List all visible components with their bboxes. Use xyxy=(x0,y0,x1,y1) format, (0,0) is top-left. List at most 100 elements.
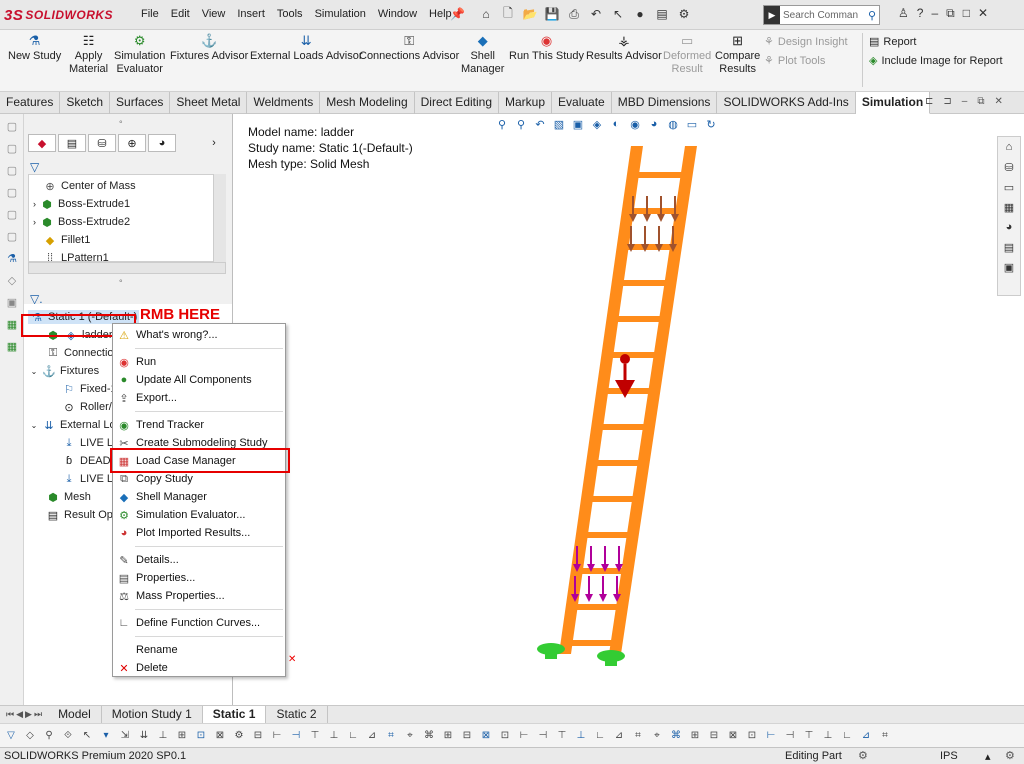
feature-tree-tab-icon[interactable]: ◆ xyxy=(28,134,56,152)
layer-icon-3[interactable]: ▢ xyxy=(4,164,20,180)
toolbar-tool-icon[interactable]: ◇ xyxy=(23,729,37,743)
file-explorer-icon[interactable]: ▭ xyxy=(1001,181,1017,197)
help-icon[interactable]: ? xyxy=(917,6,924,21)
toolbar-tool-icon[interactable]: ⌖ xyxy=(650,729,664,743)
connections-node[interactable]: ⚿ Connection xyxy=(46,346,120,360)
menu-view[interactable]: View xyxy=(196,8,232,20)
menu-insert[interactable]: Insert xyxy=(231,8,271,20)
mesh-node[interactable]: ⬢ Mesh xyxy=(46,490,91,504)
toolbar-tool-icon[interactable]: ⊣ xyxy=(536,729,550,743)
result-options-node[interactable]: ▤ Result Opt xyxy=(46,508,116,522)
appearances-icon[interactable]: ◕ xyxy=(1001,221,1017,237)
filter-icon[interactable]: ▽ xyxy=(30,160,39,174)
hide-show-icon[interactable]: ◉ xyxy=(628,118,642,131)
display-style-icon[interactable]: ◐ xyxy=(609,118,623,131)
toolbar-tool-icon[interactable]: ⚙ xyxy=(232,729,246,743)
toolbar-tool-icon[interactable]: ⊞ xyxy=(175,729,189,743)
menu-tools[interactable]: Tools xyxy=(271,8,309,20)
tab-surfaces[interactable]: Surfaces xyxy=(110,92,171,114)
toolbar-tool-icon[interactable]: ⊿ xyxy=(365,729,379,743)
live-load-1-node[interactable]: ⤓ LIVE L xyxy=(62,436,113,450)
close-doc-icon[interactable]: ✕ xyxy=(994,96,1002,107)
zoom-to-fit-icon[interactable]: ⚲ xyxy=(495,118,509,131)
view-orientation-icon[interactable]: ◈ xyxy=(590,118,604,131)
toolbar-tool-icon[interactable]: ⌗ xyxy=(384,729,398,743)
context-item-mass-properties[interactable]: ⚖ Mass Properties... xyxy=(113,587,285,605)
tab-mesh-modeling[interactable]: Mesh Modeling xyxy=(320,92,415,114)
feature-tree-item[interactable]: › ⬢ Boss-Extrude2 xyxy=(33,215,130,229)
toolbar-tool-icon[interactable]: ⌘ xyxy=(669,729,683,743)
toolbar-tool-icon[interactable]: ⇊ xyxy=(137,729,151,743)
layer-icon[interactable]: ▢ xyxy=(4,120,20,136)
include-image-button[interactable]: ◈ Include Image for Report xyxy=(869,54,1003,68)
toolbar-tool-icon[interactable]: ⊟ xyxy=(460,729,474,743)
feature-tree-hscrollbar[interactable] xyxy=(28,262,226,274)
custom-properties-icon[interactable]: ▤ xyxy=(1001,241,1017,257)
context-item-trend-tracker[interactable]: ◉ Trend Tracker xyxy=(113,416,285,434)
sw-resources-icon[interactable]: ⌂ xyxy=(1001,141,1017,157)
design-insight-button[interactable]: ⚘ Design Insight xyxy=(764,35,848,49)
undo-icon[interactable]: ↶ xyxy=(588,6,604,22)
context-item-what-s-wrong[interactable]: ⚠ What's wrong?... xyxy=(113,326,285,344)
tab-markup[interactable]: Markup xyxy=(499,92,553,114)
context-item-properties[interactable]: ▤ Properties... xyxy=(113,569,285,587)
help-status-icon[interactable]: ⚙ xyxy=(1005,749,1015,762)
menu-simulation[interactable]: Simulation xyxy=(309,8,372,20)
toolbar-tool-icon[interactable]: ⊿ xyxy=(859,729,873,743)
toolbar-tool-icon[interactable]: ⊢ xyxy=(517,729,531,743)
context-item-simulation-evaluator[interactable]: ⚙ Simulation Evaluator... xyxy=(113,506,285,524)
toolbar-tool-icon[interactable]: ∟ xyxy=(593,729,607,743)
tab-features[interactable]: Features xyxy=(0,92,61,114)
toolbar-tool-icon[interactable]: ⊠ xyxy=(726,729,740,743)
view-settings-icon[interactable]: ▭ xyxy=(685,118,699,131)
layer-icon-4[interactable]: ▢ xyxy=(4,186,20,202)
plot-tools-button[interactable]: ⚘ Plot Tools xyxy=(764,54,825,68)
toolbar-tool-icon[interactable]: ⊠ xyxy=(479,729,493,743)
new-study-button[interactable]: ⚗ New Study xyxy=(8,32,61,63)
tab-simulation[interactable]: Simulation xyxy=(855,92,931,114)
layer-icon-6[interactable]: ▢ xyxy=(4,230,20,246)
toolbar-tool-icon[interactable]: ⚲ xyxy=(42,729,56,743)
tab-sheet-metal[interactable]: Sheet Metal xyxy=(170,92,248,114)
options-gear-icon[interactable]: ⚙ xyxy=(676,6,692,22)
toolbar-tool-icon[interactable]: ▽ xyxy=(4,729,18,743)
bottom-tab-static-2[interactable]: Static 2 xyxy=(266,705,328,724)
tab-weldments[interactable]: Weldments xyxy=(247,92,321,114)
toolbar-tool-icon[interactable]: ⊡ xyxy=(498,729,512,743)
search-commands-field[interactable]: ▶ Search Comman ⚲ xyxy=(763,5,880,25)
expand-chevron-icon[interactable]: › xyxy=(33,217,36,227)
search-icon[interactable]: ⚲ xyxy=(868,9,876,22)
tile-horizontal-icon[interactable]: ⊏ xyxy=(925,96,933,107)
previous-view-icon[interactable]: ↶ xyxy=(533,118,547,131)
file-properties-icon[interactable]: ▤ xyxy=(654,6,670,22)
save-icon[interactable]: 💾 xyxy=(544,6,560,22)
expand-chevron-icon[interactable]: › xyxy=(33,199,36,209)
toolbar-tool-icon[interactable]: ⌘ xyxy=(422,729,436,743)
deformed-result-button[interactable]: ▭ Deformed Result xyxy=(663,32,711,76)
results-advisor-button[interactable]: ⚶ Results Advisor xyxy=(586,32,662,63)
feature-tree-item[interactable]: ◆ Fillet1 xyxy=(43,233,91,247)
rebuild-status-icon[interactable]: ⚙ xyxy=(858,749,868,762)
context-item-run[interactable]: ◉ Run xyxy=(113,353,285,371)
panel-grip[interactable]: ° xyxy=(119,119,123,129)
forum-icon[interactable]: ▣ xyxy=(1001,261,1017,277)
toolbar-tool-icon[interactable]: ⊿ xyxy=(612,729,626,743)
tabs-more-chevron-icon[interactable]: › xyxy=(200,134,228,152)
menu-file[interactable]: File xyxy=(135,8,165,20)
toolbar-tool-icon[interactable]: ⊠ xyxy=(213,729,227,743)
context-item-define-function-curves[interactable]: ∟ Define Function Curves... xyxy=(113,614,285,632)
open-icon[interactable]: 📂 xyxy=(522,6,538,22)
rebuild-icon[interactable]: ● xyxy=(632,6,648,22)
ladder-model[interactable]: ✕ xyxy=(233,114,991,705)
prev-tab-icon[interactable]: ◀ xyxy=(16,709,23,720)
view-palette-icon[interactable]: ▦ xyxy=(1001,201,1017,217)
pin-icon[interactable]: 📌 xyxy=(450,7,465,21)
context-item-rename[interactable]: Rename xyxy=(113,641,285,659)
feature-tree-item[interactable]: ⊕ Center of Mass xyxy=(43,179,135,193)
restore-icon[interactable]: – xyxy=(962,96,968,107)
bottom-tab-static-1[interactable]: Static 1 xyxy=(202,705,267,724)
toolbar-tool-icon[interactable]: ⌖ xyxy=(403,729,417,743)
toolbar-tool-icon[interactable]: ⊟ xyxy=(251,729,265,743)
tab-sketch[interactable]: Sketch xyxy=(60,92,111,114)
tab-direct-editing[interactable]: Direct Editing xyxy=(415,92,500,114)
